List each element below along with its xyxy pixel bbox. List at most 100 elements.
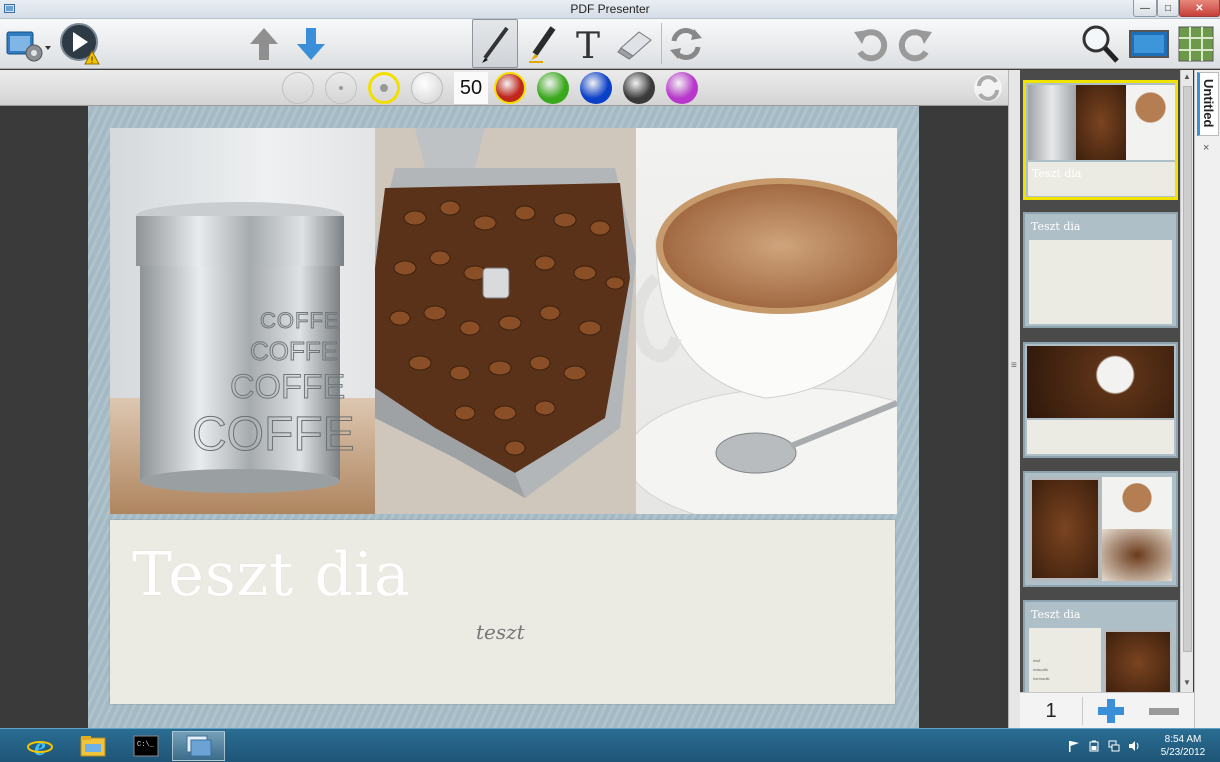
minimize-button[interactable]: — [1133,0,1157,17]
undo-button[interactable] [850,19,892,68]
text-tool-button[interactable]: T [568,19,608,68]
volume-icon[interactable] [1128,740,1140,752]
arrow-up-icon [250,27,278,60]
remove-slide-button[interactable] [1146,697,1182,725]
current-slide[interactable]: COFFE COFFE COFFE COFFE Teszt dia teszt [88,106,919,728]
svg-text:!: ! [91,55,94,65]
play-icon: ! [60,22,100,65]
thumbnail-controls: 1 [1020,692,1194,728]
thumb-bullets: első második harmadik [1033,656,1049,683]
thumbnail-slide-3[interactable] [1023,342,1178,458]
maximize-button[interactable]: □ [1157,0,1179,17]
swap-button[interactable] [665,19,707,68]
color-red-option[interactable] [494,72,526,104]
battery-icon[interactable] [1088,740,1100,752]
svg-text:COFFE: COFFE [250,336,338,366]
document-tab-label: Untitled [1201,79,1216,128]
clock-date: 5/23/2012 [1160,747,1206,758]
panel-splitter[interactable]: ≡ [1008,70,1020,728]
slide-text-panel: Teszt dia teszt [110,520,895,704]
thumb-cappuccino [1102,477,1172,529]
refresh-button[interactable] [972,72,1004,104]
grid-view-button[interactable] [1174,19,1218,68]
thumbnail-slide-5[interactable]: Teszt dia első második harmadik [1023,600,1178,692]
color-black-option[interactable] [623,72,655,104]
monitor-icon [1129,29,1169,58]
marker-tool-button[interactable] [522,19,562,68]
settings-menu-button[interactable] [4,19,54,68]
taskbar-file-explorer[interactable] [66,731,119,761]
thumbnail-caption: Teszt dia [1032,167,1082,180]
document-tab[interactable]: Untitled [1197,72,1219,136]
undo-icon [854,28,888,61]
scrollbar-thumb[interactable] [1183,86,1192,652]
window-title: PDF Presenter [570,2,650,16]
photo-coffee-beans [375,128,636,514]
thumbnail-scrollbar[interactable]: ▲ ▼ [1180,70,1193,692]
add-slide-button[interactable] [1094,697,1128,725]
system-clock[interactable]: 8:54 AM 5/23/2012 [1148,733,1218,759]
svg-text:e: e [34,733,46,759]
splitter-grip: ≡ [1011,360,1017,371]
toolbar-separator [661,23,662,64]
redo-button[interactable] [894,19,936,68]
eraser-tool-button[interactable] [613,19,657,68]
color-purple-option[interactable] [666,72,698,104]
scroll-up-arrow[interactable]: ▲ [1183,72,1191,81]
thumb-text-area [1027,420,1174,454]
thumbnail-caption: Teszt dia [1031,608,1081,621]
refresh-arrows-icon [670,27,702,60]
page-number: 1 [1045,699,1057,722]
folder-icon [80,736,105,757]
network-icon[interactable] [1108,740,1120,752]
slide-canvas[interactable]: COFFE COFFE COFFE COFFE Teszt dia teszt [0,106,1008,728]
redo-icon [898,28,932,61]
thumb-bullet: első [1033,658,1041,663]
play-button[interactable]: ! [56,19,102,68]
thumb-spilled-cup [1027,346,1174,418]
taskbar-pdf-presenter[interactable] [172,731,225,761]
taskbar-internet-explorer[interactable]: e [13,731,66,761]
zoom-button[interactable] [1078,19,1122,68]
flag-icon[interactable] [1068,740,1080,752]
slide-title: Teszt dia [132,540,411,610]
color-white-option[interactable] [411,72,443,104]
thumb-canister [1028,85,1076,160]
thumb-text-area: első második harmadik [1029,628,1101,692]
previous-slide-button[interactable] [243,19,285,68]
color-toolbar: 50 [0,70,1008,106]
single-view-button[interactable] [1126,19,1172,68]
size-large-option[interactable] [368,72,400,104]
document-tab-close[interactable]: × [1203,142,1209,154]
pen-icon [482,26,509,63]
thumbnail-slide-2[interactable]: Teszt dia [1023,212,1178,328]
thumbnail-slide-4[interactable] [1023,471,1178,587]
arrow-down-icon [297,27,325,60]
slide-subtitle: teszt [476,620,525,644]
svg-text:COFFE: COFFE [230,368,345,406]
sync-icon [974,74,1002,102]
taskbar: e C:\_ 8:54 AM 5/23/2012 [0,728,1220,762]
thumb-beans [1076,85,1126,160]
pen-tool-button[interactable] [472,19,518,68]
thumbnail-caption: Teszt dia [1031,220,1081,233]
size-small-option[interactable] [282,72,314,104]
thumb-scattered-beans [1102,529,1172,581]
taskbar-command-prompt[interactable]: C:\_ [119,731,172,761]
size-medium-option[interactable] [325,72,357,104]
internet-explorer-icon: e [26,733,53,759]
command-prompt-icon: C:\_ [133,735,158,757]
thumbnail-slide-1[interactable]: Teszt dia [1023,80,1178,200]
scroll-down-arrow[interactable]: ▼ [1183,678,1191,687]
next-slide-button[interactable] [290,19,332,68]
color-blue-option[interactable] [580,72,612,104]
close-button[interactable]: ✕ [1179,0,1220,17]
thumb-bullet: harmadik [1033,676,1050,681]
magnifier-icon [1082,25,1119,63]
document-tabs: Untitled × [1194,70,1220,728]
pen-size-value[interactable]: 50 [454,72,488,104]
photo-cappuccino [636,128,897,514]
svg-text:COFFE: COFFE [260,308,340,333]
color-green-option[interactable] [537,72,569,104]
plus-icon [1098,699,1124,723]
